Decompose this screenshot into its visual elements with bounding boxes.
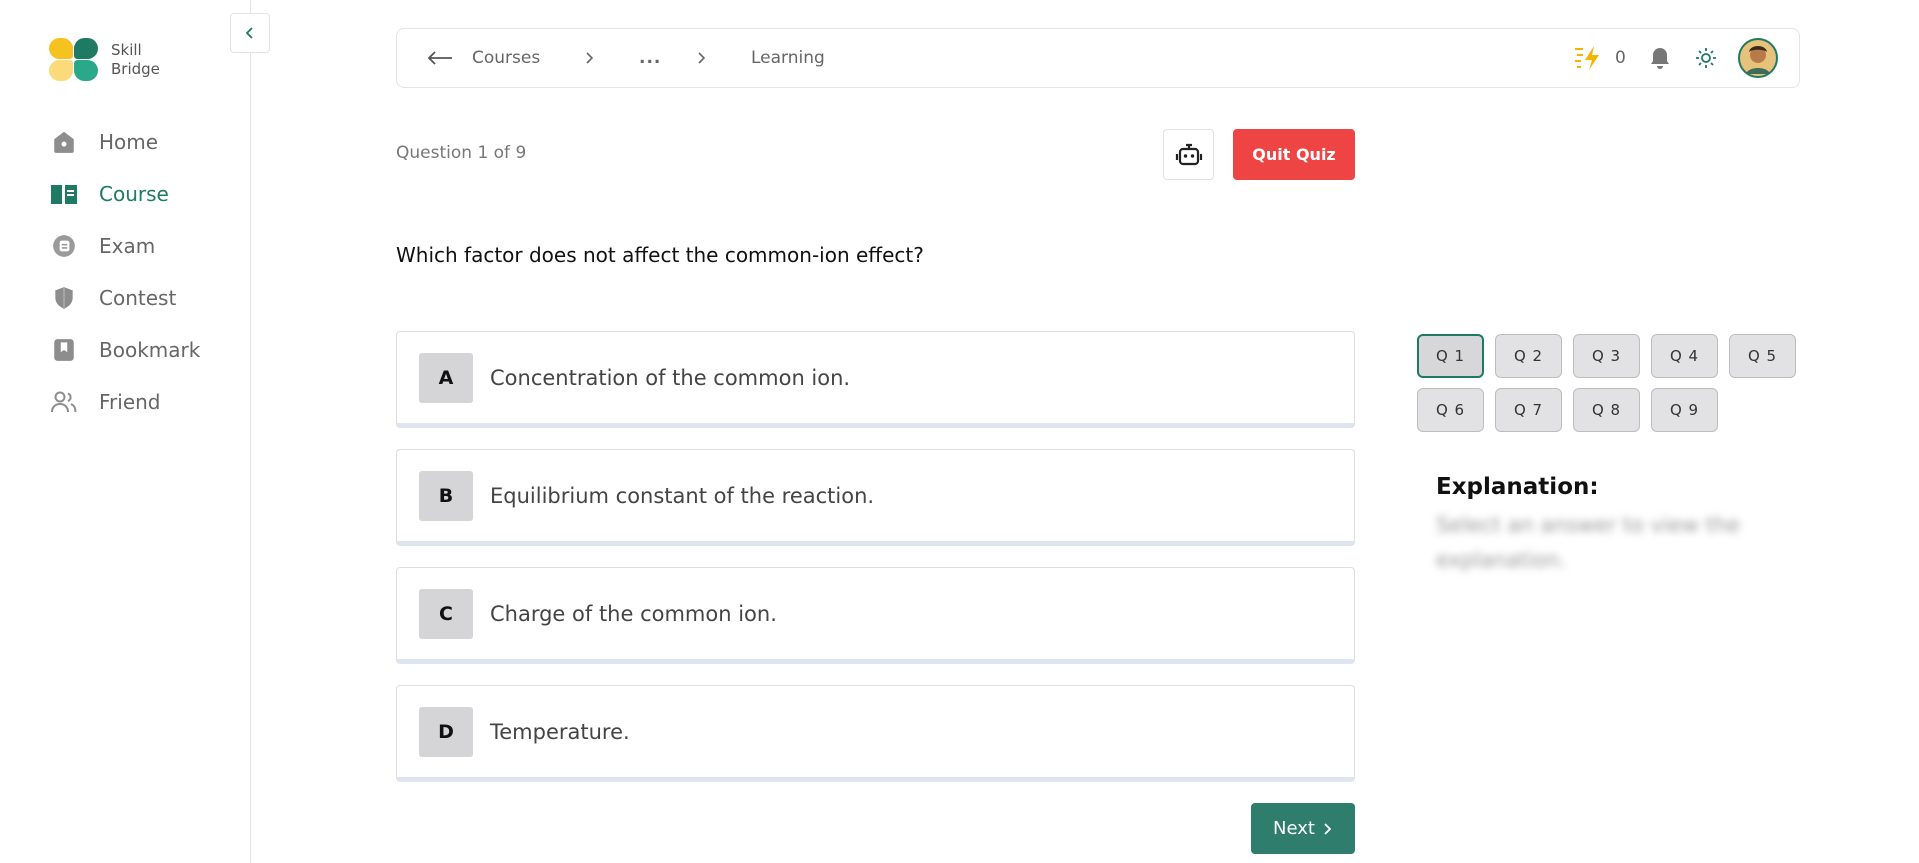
sidebar-nav: Home Course Exam Contest Bookmark Friend xyxy=(50,116,200,428)
sidebar-item-course[interactable]: Course xyxy=(50,168,200,220)
question-nav-button[interactable]: Q 2 xyxy=(1495,334,1562,378)
answer-option-d[interactable]: D Temperature. xyxy=(396,685,1355,782)
option-text: Temperature. xyxy=(490,719,630,744)
question-progress: Question 1 of 9 xyxy=(396,143,527,163)
option-letter: A xyxy=(419,352,473,403)
chevron-left-icon xyxy=(245,27,253,39)
sidebar-item-label: Bookmark xyxy=(99,338,201,362)
sidebar-item-bookmark[interactable]: Bookmark xyxy=(50,324,200,376)
contest-icon xyxy=(50,284,78,312)
sidebar-item-label: Exam xyxy=(99,234,156,258)
exam-icon xyxy=(50,232,78,260)
answer-option-b[interactable]: B Equilibrium constant of the reaction. xyxy=(396,449,1355,546)
question-nav-button[interactable]: Q 9 xyxy=(1651,388,1718,432)
breadcrumb-courses[interactable]: Courses xyxy=(472,29,540,87)
logo-line1: Skill xyxy=(111,41,142,59)
top-bar: Courses ... Learning 0 xyxy=(396,28,1800,88)
chevron-right-icon xyxy=(585,29,595,87)
option-letter: B xyxy=(419,470,473,521)
option-text: Charge of the common ion. xyxy=(490,601,777,626)
sidebar-item-home[interactable]: Home xyxy=(50,116,200,168)
answer-option-c[interactable]: C Charge of the common ion. xyxy=(396,567,1355,664)
users-icon xyxy=(50,388,78,416)
book-icon xyxy=(50,180,78,208)
collapse-sidebar-button[interactable] xyxy=(230,13,270,53)
avatar[interactable] xyxy=(1738,29,1778,87)
sidebar-item-label: Friend xyxy=(99,390,161,414)
question-nav-button[interactable]: Q 7 xyxy=(1495,388,1562,432)
sidebar-item-label: Course xyxy=(99,182,169,206)
question-nav-button[interactable]: Q 8 xyxy=(1573,388,1640,432)
explanation-title: Explanation: xyxy=(1436,474,1599,500)
logo-mark-icon xyxy=(49,38,103,82)
next-label: Next xyxy=(1273,818,1315,839)
sidebar: Skill Bridge Home Course Exam Contest Bo… xyxy=(0,0,251,863)
sidebar-item-friend[interactable]: Friend xyxy=(50,376,200,428)
streak-count: 0 xyxy=(1615,48,1626,68)
question-nav-button[interactable]: Q 4 xyxy=(1651,334,1718,378)
sun-icon[interactable] xyxy=(1695,29,1717,87)
option-text: Concentration of the common ion. xyxy=(490,365,851,390)
question-nav-button[interactable]: Q 3 xyxy=(1573,334,1640,378)
breadcrumb-learning: Learning xyxy=(751,48,825,68)
question-text: Which factor does not affect the common-… xyxy=(396,243,924,267)
logo[interactable]: Skill Bridge xyxy=(49,38,160,82)
robot-icon xyxy=(1175,143,1202,165)
explanation-text: Select an answer to view the explanation… xyxy=(1436,513,1741,572)
sidebar-item-label: Home xyxy=(99,130,159,154)
ai-assistant-button[interactable] xyxy=(1163,129,1214,180)
answer-option-a[interactable]: A Concentration of the common ion. xyxy=(396,331,1355,428)
option-letter: D xyxy=(419,706,473,757)
logo-text: Skill Bridge xyxy=(111,41,160,79)
back-arrow-icon xyxy=(427,51,452,65)
breadcrumb-ellipsis[interactable]: ... xyxy=(639,29,661,87)
quit-quiz-button[interactable]: Quit Quiz xyxy=(1233,129,1355,180)
chevron-right-icon xyxy=(1324,822,1332,835)
question-nav-button[interactable]: Q 5 xyxy=(1729,334,1796,378)
logo-line2: Bridge xyxy=(111,60,160,78)
question-nav-button[interactable]: Q 6 xyxy=(1417,388,1484,432)
chevron-right-icon xyxy=(697,29,707,87)
sidebar-item-exam[interactable]: Exam xyxy=(50,220,200,272)
question-nav-button[interactable]: Q 1 xyxy=(1417,334,1484,378)
bookmark-icon xyxy=(50,336,78,364)
sidebar-item-label: Contest xyxy=(99,286,177,310)
streak-icon[interactable] xyxy=(1573,29,1603,87)
next-button[interactable]: Next xyxy=(1251,803,1355,854)
sidebar-item-contest[interactable]: Contest xyxy=(50,272,200,324)
option-letter: C xyxy=(419,588,473,639)
home-icon xyxy=(50,128,78,156)
option-text: Equilibrium constant of the reaction. xyxy=(490,483,875,508)
back-button[interactable] xyxy=(427,29,453,87)
bell-icon[interactable] xyxy=(1649,29,1671,87)
